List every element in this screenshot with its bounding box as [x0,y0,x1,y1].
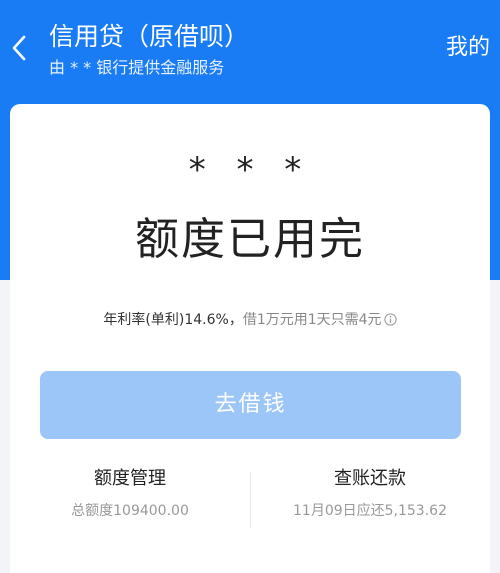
app-header: 信用贷（原借呗） 由 * * 银行提供金融服务 我的 [0,0,500,92]
bill-repayment-label: 查账还款 [334,468,406,489]
borrow-button[interactable]: 去借钱 [40,371,461,439]
back-button[interactable] [4,26,34,70]
info-icon[interactable] [383,311,397,333]
page-subtitle: 由 * * 银行提供金融服务 [49,58,225,77]
chevron-left-icon [12,35,26,61]
annual-rate-text: 年利率(单利)14.6%， [103,312,243,328]
total-quota-text: 总额度109400.00 [71,503,189,519]
page-title: 信用贷（原借呗） [49,22,250,51]
loan-card: * * * 额度已用完 年利率(单利)14.6%，借1万元用1天只需4元 去借钱… [10,104,490,573]
mine-link[interactable]: 我的 [446,32,490,64]
quota-status: 额度已用完 [135,214,365,265]
bill-repayment-item[interactable]: 查账还款 11月09日应还5,153.62 [250,464,490,522]
daily-cost-text: 借1万元用1天只需4元 [242,312,382,328]
masked-name: * * * [188,150,312,190]
quota-management-label: 额度管理 [94,468,166,489]
quota-management-item[interactable]: 额度管理 总额度109400.00 [10,464,250,522]
credit-loan-page: 信用贷（原借呗） 由 * * 银行提供金融服务 我的 * * * 额度已用完 年… [0,0,500,573]
repayment-due-text: 11月09日应还5,153.62 [293,503,447,519]
interest-rate-line: 年利率(单利)14.6%，借1万元用1天只需4元 [10,309,490,333]
